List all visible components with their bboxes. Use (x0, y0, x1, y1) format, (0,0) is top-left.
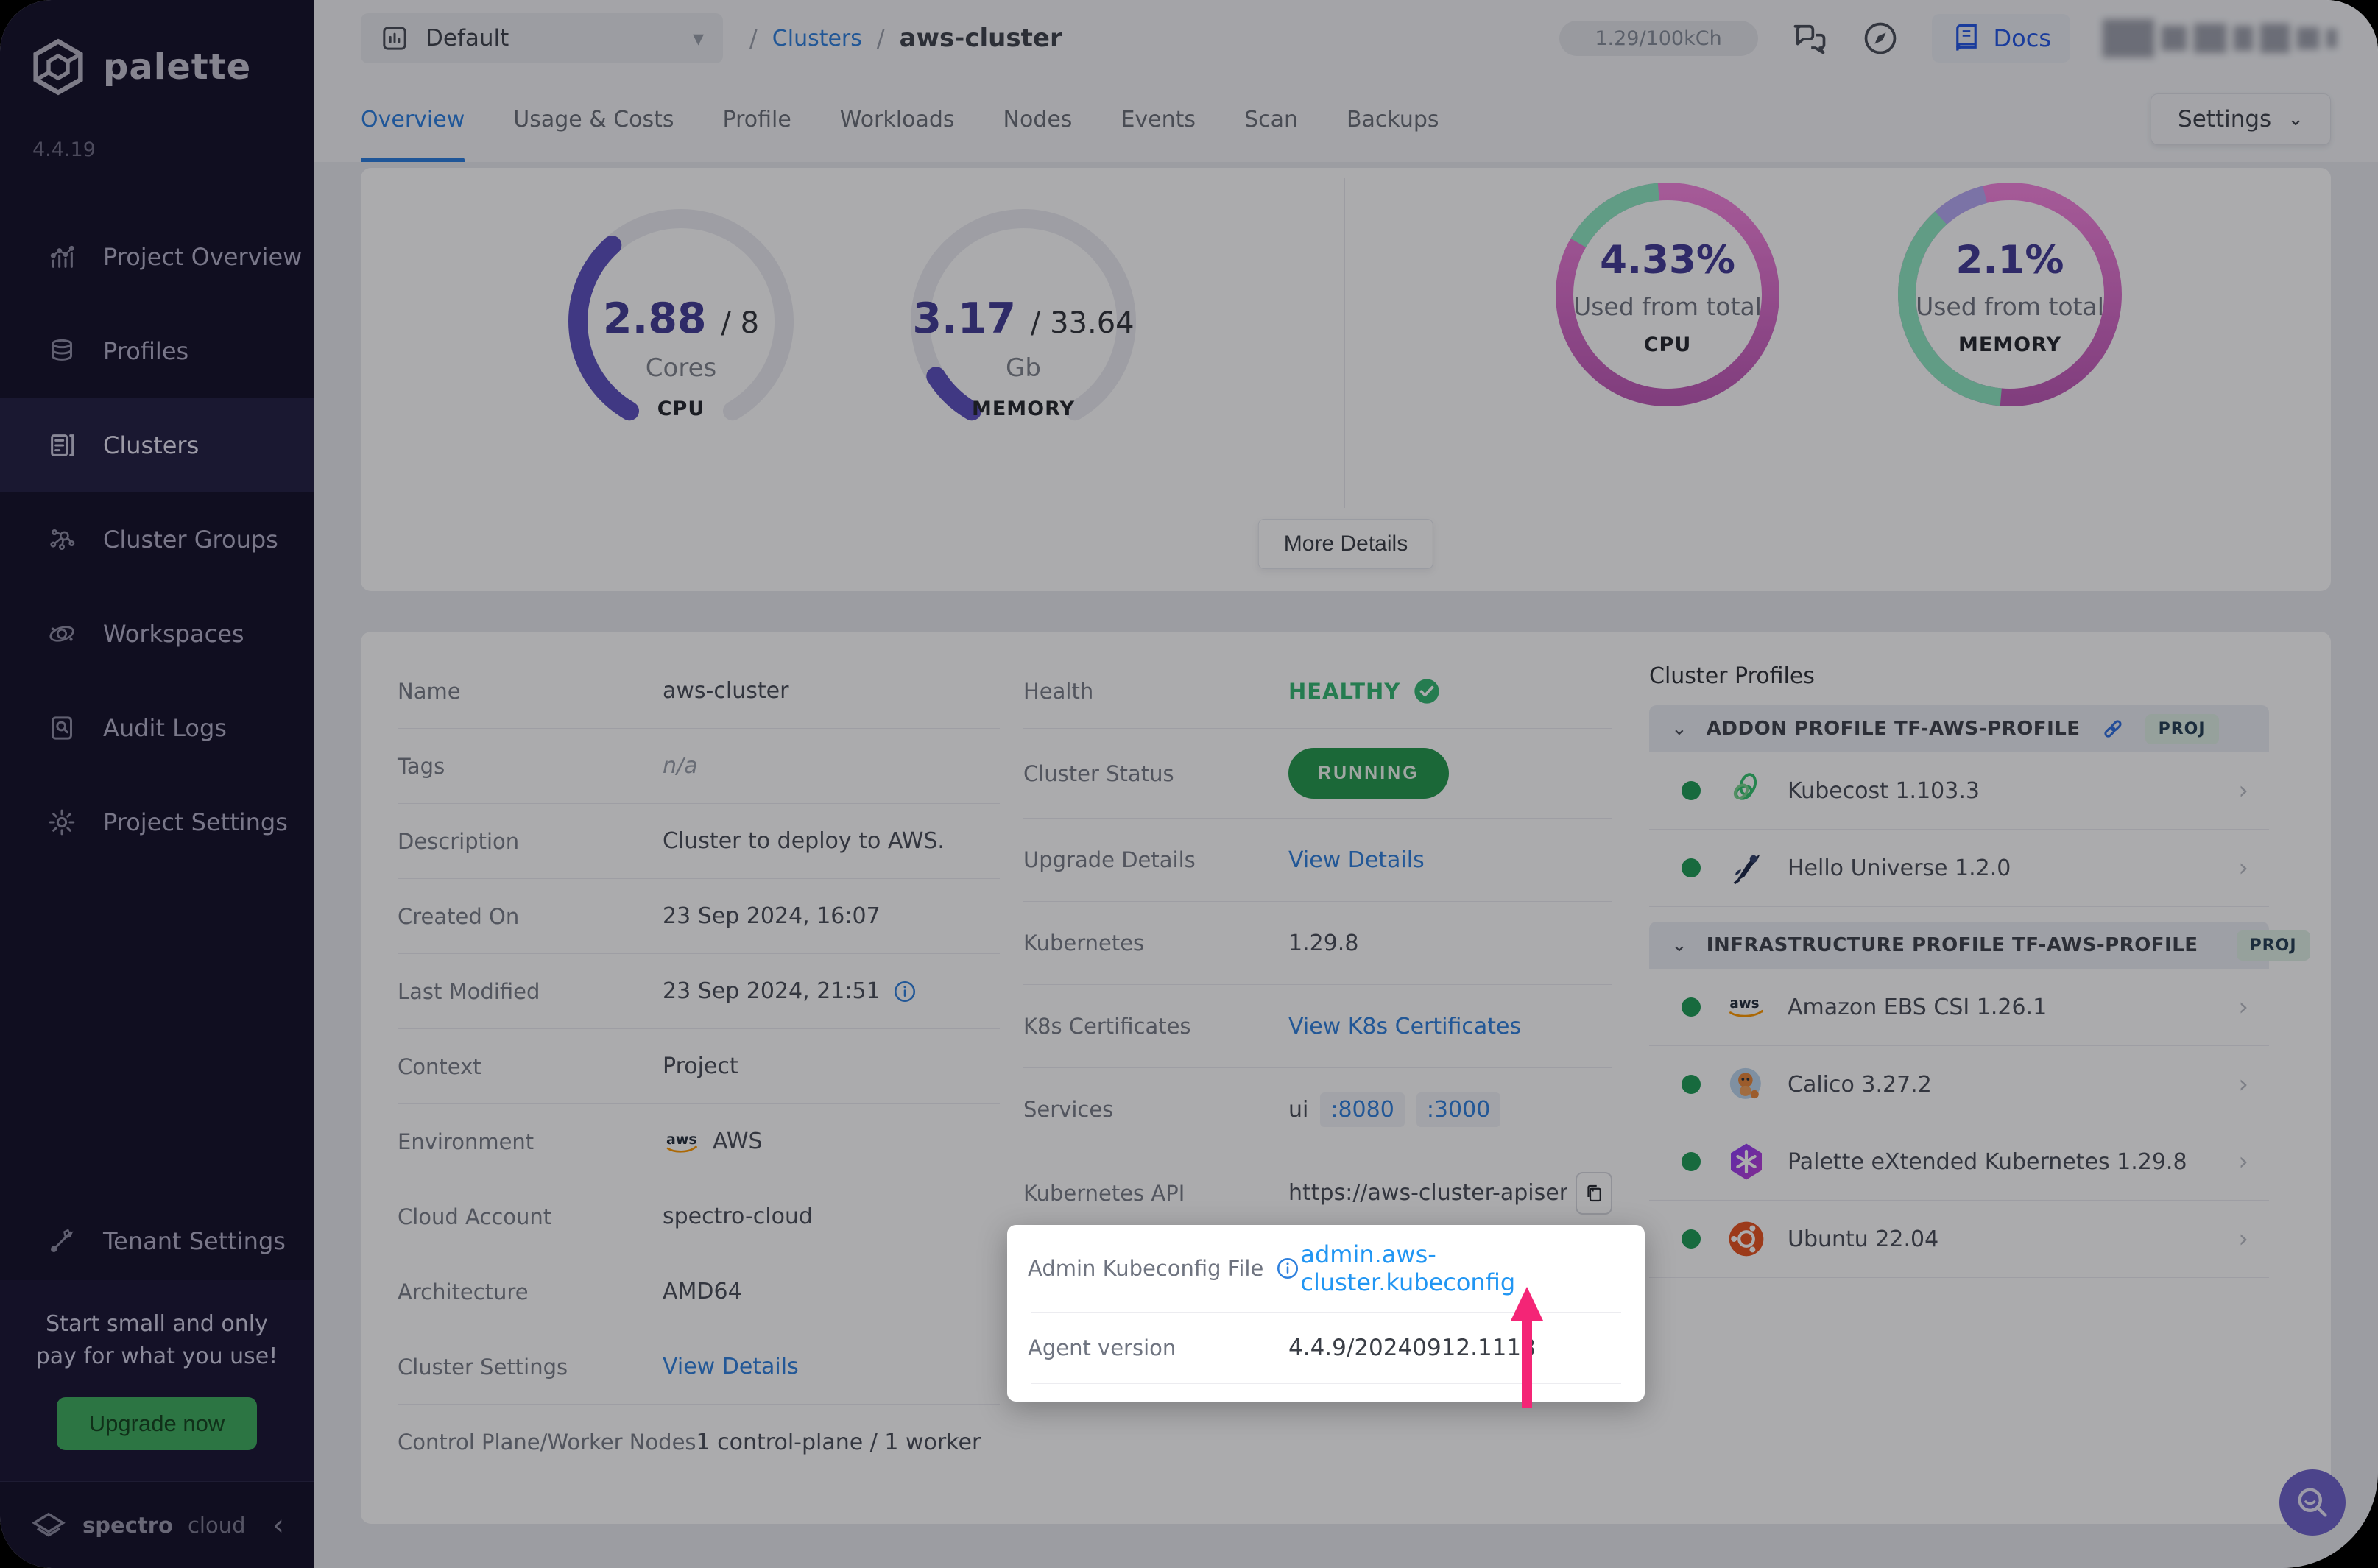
app-window: palette 4.4.19 Project Overview Profiles… (0, 0, 2378, 1568)
agent-version-label: Agent version (1028, 1335, 1176, 1360)
pointer-arrow (1511, 1287, 1543, 1408)
info-icon[interactable] (1275, 1256, 1300, 1281)
kubeconfig-label: Admin Kubeconfig File (1028, 1256, 1264, 1281)
agent-version-value: 4.4.9/20240912.1118 (1288, 1335, 1536, 1361)
admin-kubeconfig-download-link[interactable]: admin.aws-cluster.kubeconfig (1300, 1240, 1624, 1296)
